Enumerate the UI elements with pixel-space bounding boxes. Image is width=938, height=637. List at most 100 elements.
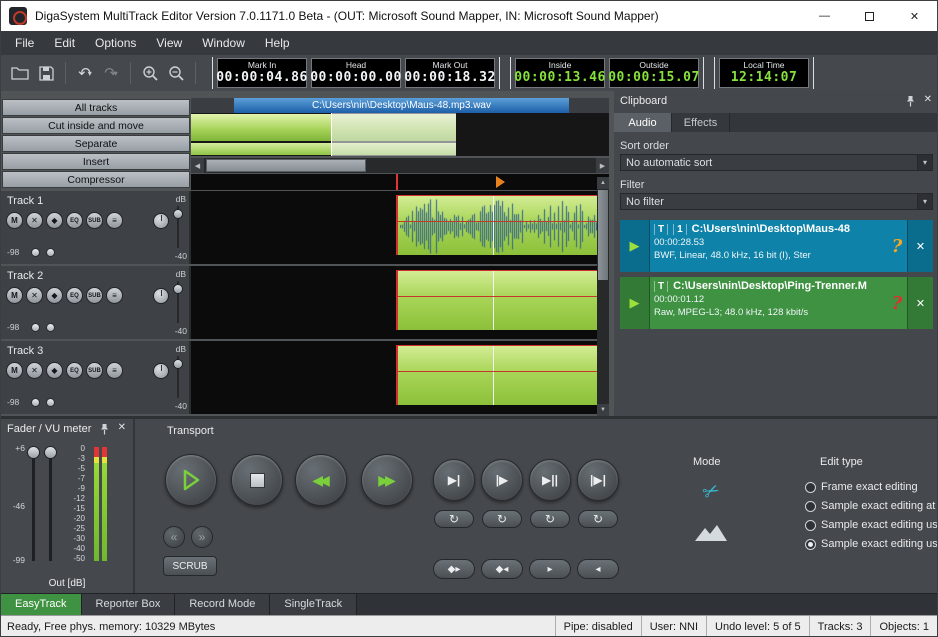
close-panel-icon[interactable]: ✕ bbox=[118, 422, 126, 433]
cut-inside-and-move-button[interactable]: Cut inside and move bbox=[2, 117, 190, 134]
scroll-down-button[interactable]: ▼ bbox=[597, 404, 609, 416]
menu-window[interactable]: Window bbox=[192, 31, 255, 55]
mute-button[interactable]: M bbox=[6, 287, 23, 304]
horizontal-scrollbar[interactable]: ◀ ▶ bbox=[191, 158, 609, 173]
step-forward-button[interactable]: » bbox=[191, 526, 213, 548]
tab-easytrack[interactable]: EasyTrack bbox=[1, 594, 82, 615]
audio-clip[interactable] bbox=[396, 345, 597, 405]
insert-button[interactable]: Insert bbox=[2, 153, 190, 170]
play-to-markout-button[interactable]: ▶| bbox=[433, 459, 475, 501]
sort-order-select[interactable]: No automatic sort ▾ bbox=[620, 154, 933, 171]
track-fader-knob[interactable] bbox=[173, 209, 183, 219]
track-fader-knob[interactable] bbox=[173, 359, 183, 369]
diamond-button[interactable]: ◆ bbox=[46, 212, 63, 229]
waveform-canvas[interactable] bbox=[400, 199, 597, 254]
minimize-button[interactable]: — bbox=[802, 1, 847, 31]
save-button[interactable] bbox=[33, 60, 59, 86]
pan-knob[interactable] bbox=[153, 288, 169, 304]
solo-x-button[interactable]: ✕ bbox=[26, 362, 43, 379]
chevron-down-icon[interactable]: ▾ bbox=[917, 194, 932, 209]
radio-frame-exact[interactable]: Frame exact editing bbox=[805, 481, 938, 493]
nudge-left-button[interactable]: ◂ bbox=[577, 559, 619, 579]
play-button[interactable] bbox=[165, 454, 217, 506]
open-folder-button[interactable] bbox=[7, 60, 33, 86]
tab-reporter-box[interactable]: Reporter Box bbox=[82, 594, 176, 615]
sub-button[interactable]: SUB bbox=[86, 287, 103, 304]
pin-icon[interactable] bbox=[100, 423, 109, 438]
audio-clip[interactable] bbox=[396, 195, 597, 255]
out-fader-track[interactable] bbox=[32, 449, 35, 561]
out-fader-knob[interactable] bbox=[27, 446, 40, 459]
scissors-mode-icon[interactable]: ✂ bbox=[699, 477, 725, 507]
step-back-button[interactable]: « bbox=[163, 526, 185, 548]
separate-button[interactable]: Separate bbox=[2, 135, 190, 152]
play-over-cut-button[interactable]: ▶|| bbox=[529, 459, 571, 501]
jump-to-markin-button[interactable]: ◆▸ bbox=[433, 559, 475, 579]
sub-button[interactable]: SUB bbox=[86, 362, 103, 379]
fast-forward-button[interactable]: ▶▶ bbox=[361, 454, 413, 506]
chevron-down-icon[interactable]: ▾ bbox=[917, 155, 932, 170]
sub-button[interactable]: SUB bbox=[86, 212, 103, 229]
tab-effects[interactable]: Effects bbox=[672, 113, 730, 132]
entry-play-button[interactable]: ▶ bbox=[620, 220, 650, 272]
track-lane[interactable] bbox=[191, 266, 597, 339]
menu-options[interactable]: Options bbox=[85, 31, 146, 55]
eq-button[interactable]: EQ bbox=[66, 287, 83, 304]
overview-waveform[interactable] bbox=[191, 113, 609, 156]
menu-help[interactable]: Help bbox=[255, 31, 300, 55]
track-menu-button[interactable]: ≡ bbox=[106, 212, 123, 229]
radio-sample-exact-2[interactable]: Sample exact editing us bbox=[805, 519, 938, 531]
radio-sample-exact-1[interactable]: Sample exact editing at bbox=[805, 500, 938, 512]
clipboard-entry[interactable]: ▶ T C:\Users\nin\Desktop\Ping-Trenner.M … bbox=[620, 277, 933, 329]
menu-view[interactable]: View bbox=[146, 31, 192, 55]
scroll-right-button[interactable]: ▶ bbox=[596, 158, 609, 173]
tab-audio[interactable]: Audio bbox=[614, 113, 672, 132]
diamond-button[interactable]: ◆ bbox=[46, 287, 63, 304]
tab-record-mode[interactable]: Record Mode bbox=[175, 594, 270, 615]
overview-file-bar[interactable]: C:\Users\nin\Desktop\Maus-48.mp3.wav bbox=[191, 98, 609, 113]
pin-icon[interactable] bbox=[906, 95, 915, 110]
vertical-scrollbar[interactable]: ▲ ▼ bbox=[597, 177, 609, 416]
solo-x-button[interactable]: ✕ bbox=[26, 287, 43, 304]
entry-remove-button[interactable]: ✕ bbox=[907, 277, 933, 329]
track-fader-knob[interactable] bbox=[173, 284, 183, 294]
radio-sample-exact-3[interactable]: Sample exact editing us bbox=[805, 538, 938, 550]
loop-button[interactable]: ↻ bbox=[482, 510, 522, 528]
compressor-button[interactable]: Compressor bbox=[2, 171, 190, 188]
solo-x-button[interactable]: ✕ bbox=[26, 212, 43, 229]
maximize-button[interactable] bbox=[847, 1, 892, 31]
close-button[interactable]: ✕ bbox=[892, 1, 937, 31]
entry-remove-button[interactable]: ✕ bbox=[907, 220, 933, 272]
audio-clip[interactable] bbox=[396, 270, 597, 330]
all-tracks-button[interactable]: All tracks bbox=[2, 99, 190, 116]
loop-button[interactable]: ↻ bbox=[530, 510, 570, 528]
mute-button[interactable]: M bbox=[6, 362, 23, 379]
pan-knob[interactable] bbox=[153, 363, 169, 379]
undo-button[interactable]: ↶▾ bbox=[72, 60, 98, 86]
track-lane[interactable] bbox=[191, 341, 597, 414]
zoom-out-button[interactable] bbox=[163, 60, 189, 86]
eq-button[interactable]: EQ bbox=[66, 362, 83, 379]
menu-edit[interactable]: Edit bbox=[44, 31, 85, 55]
zoom-in-button[interactable] bbox=[137, 60, 163, 86]
track-lane[interactable] bbox=[191, 191, 597, 264]
overview-selection[interactable] bbox=[331, 113, 456, 156]
vertical-scrollbar-thumb[interactable] bbox=[598, 190, 608, 280]
close-panel-icon[interactable]: ✕ bbox=[924, 94, 932, 105]
track-menu-button[interactable]: ≡ bbox=[106, 287, 123, 304]
entry-play-button[interactable]: ▶ bbox=[620, 277, 650, 329]
stop-button[interactable] bbox=[231, 454, 283, 506]
out-fader-knob[interactable] bbox=[44, 446, 57, 459]
menu-file[interactable]: File bbox=[5, 31, 44, 55]
clipboard-entry[interactable]: ▶ T 1 C:\Users\nin\Desktop\Maus-48 00:00… bbox=[620, 220, 933, 272]
jump-to-markout-button[interactable]: ◆◂ bbox=[481, 559, 523, 579]
loop-button[interactable]: ↻ bbox=[434, 510, 474, 528]
eq-button[interactable]: EQ bbox=[66, 212, 83, 229]
play-from-markin-button[interactable]: |▶ bbox=[481, 459, 523, 501]
scroll-left-button[interactable]: ◀ bbox=[191, 158, 204, 173]
playhead-marker[interactable] bbox=[496, 176, 505, 188]
rewind-button[interactable]: ◀◀ bbox=[295, 454, 347, 506]
scroll-up-button[interactable]: ▲ bbox=[597, 177, 609, 189]
horizontal-scrollbar-thumb[interactable] bbox=[206, 159, 366, 172]
out-fader-track[interactable] bbox=[49, 449, 52, 561]
